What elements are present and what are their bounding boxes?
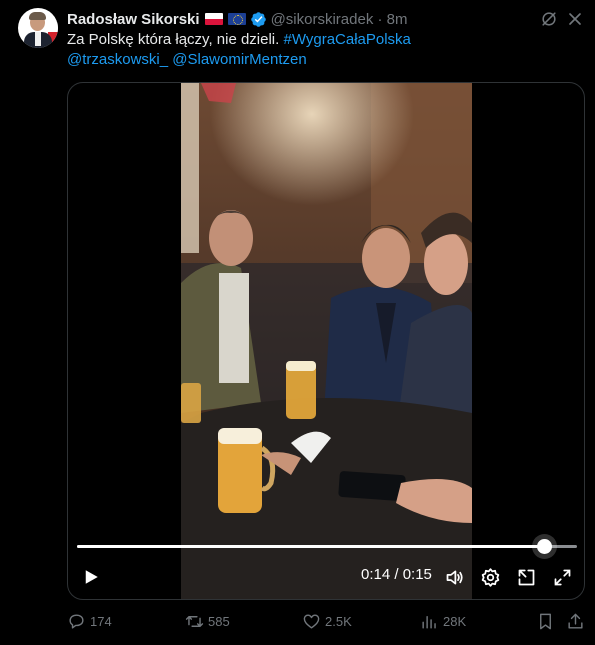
views-button[interactable]: 28K: [420, 612, 466, 631]
author-name[interactable]: Radosław Sikorski: [67, 11, 200, 28]
video-time: 0:14 / 0:15: [361, 566, 432, 583]
verified-badge-icon: [250, 11, 266, 27]
more-icon[interactable]: [564, 9, 586, 29]
tweet-actions: 174 585 2.5K 28K: [0, 612, 595, 634]
fullscreen-icon[interactable]: [552, 567, 573, 588]
author-avatar[interactable]: [18, 8, 58, 48]
views-count: 28K: [443, 614, 467, 629]
author-handle[interactable]: @sikorskiradek · 8m: [271, 11, 408, 28]
video-player[interactable]: 0:14 / 0:15: [67, 82, 585, 600]
views-icon: [422, 616, 436, 629]
video-frame[interactable]: [181, 83, 472, 600]
share-button[interactable]: [566, 612, 589, 631]
bookmark-button[interactable]: [536, 612, 559, 631]
like-icon: [303, 614, 320, 629]
tweet-text-plain: Za Polskę która łączy, nie dzieli.: [67, 31, 284, 48]
like-button[interactable]: 2.5K: [302, 612, 352, 631]
tweet-text: Za Polskę która łączy, nie dzieli. #Wygr…: [67, 30, 567, 70]
share-icon: [568, 613, 583, 629]
poland-flag-icon: [204, 13, 223, 25]
video-progress-fill: [77, 545, 544, 548]
play-icon[interactable]: [82, 568, 100, 586]
hashtag-link[interactable]: #WygraCałaPolska: [283, 31, 410, 48]
tweet-header: Radosław Sikorski @sikorskiradek · 8m: [67, 9, 407, 29]
reply-icon: [69, 614, 84, 629]
reply-button[interactable]: 174: [67, 612, 112, 631]
video-progress-bar[interactable]: [77, 539, 577, 554]
volume-icon[interactable]: [444, 567, 465, 588]
eu-flag-icon: [227, 13, 246, 25]
avatar-hair: [29, 12, 46, 20]
mention-link-1[interactable]: @trzaskowski_: [67, 51, 168, 68]
like-count: 2.5K: [325, 614, 352, 629]
reply-count: 174: [90, 614, 112, 629]
video-progress-handle[interactable]: [536, 539, 552, 554]
bookmark-icon: [540, 613, 551, 630]
repost-button[interactable]: 585: [185, 612, 230, 631]
mention-link-2[interactable]: @SlawomirMentzen: [172, 51, 306, 68]
pip-icon[interactable]: [516, 567, 537, 588]
repost-icon: [185, 616, 204, 627]
grok-icon[interactable]: [539, 9, 559, 29]
settings-icon[interactable]: [480, 567, 501, 588]
repost-count: 585: [208, 614, 230, 629]
avatar-shirt: [35, 32, 41, 46]
